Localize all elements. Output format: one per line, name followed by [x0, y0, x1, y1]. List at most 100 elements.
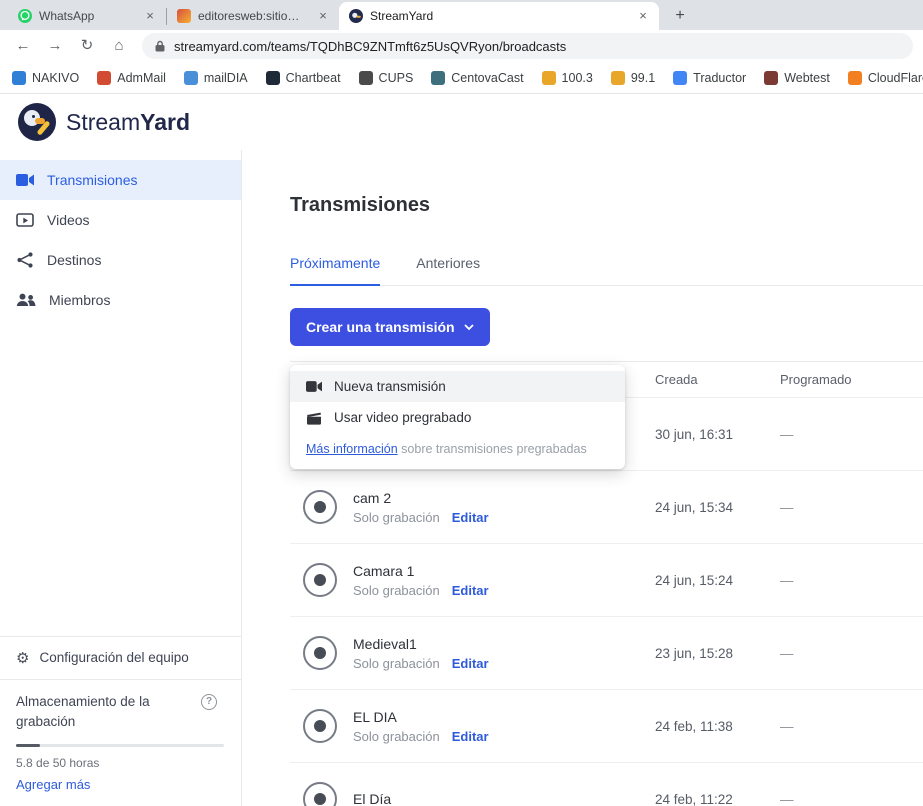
back-icon[interactable]: ←	[10, 33, 36, 59]
table-row[interactable]: cam 2 Solo grabaciónEditar 24 jun, 15:34…	[290, 470, 923, 543]
bookmark-favicon-icon	[542, 71, 556, 85]
bookmark-chartbeat[interactable]: Chartbeat	[266, 71, 341, 85]
storage-label: Almacenamiento de la grabación	[16, 692, 171, 733]
storage-usage: 5.8 de 50 horas	[16, 756, 225, 770]
record-icon	[303, 490, 337, 524]
create-broadcast-button[interactable]: Crear una transmisión	[290, 308, 490, 346]
tab-title: WhatsApp	[39, 9, 135, 23]
sidebar-item-videos[interactable]: Videos	[0, 200, 241, 240]
lock-icon	[154, 40, 166, 52]
bookmark-favicon-icon	[266, 71, 280, 85]
storage-progress-track	[16, 744, 224, 747]
app-header: StreamYard	[0, 94, 923, 150]
tab-close-icon[interactable]: ×	[635, 8, 651, 24]
column-creada: Creada	[655, 372, 780, 387]
record-icon	[303, 782, 337, 806]
create-broadcast-dropdown: Nueva transmisión Usar video pregrabado …	[290, 365, 625, 469]
bookmark-100-3[interactable]: 100.3	[542, 71, 593, 85]
storage-section: Almacenamiento de la grabación ? 5.8 de …	[0, 679, 241, 806]
dropdown-footer: Más información sobre transmisiones preg…	[290, 433, 625, 469]
tab-close-icon[interactable]: ×	[142, 8, 158, 24]
reload-icon[interactable]: ↻	[74, 33, 100, 59]
people-icon	[16, 293, 36, 307]
url-text: streamyard.com/teams/TQDhBC9ZNTmft6z5UsQ…	[174, 39, 566, 54]
record-icon	[303, 563, 337, 597]
page-title: Transmisiones	[290, 194, 923, 217]
edit-link[interactable]: Editar	[452, 583, 489, 598]
broadcast-title: Medieval1	[353, 636, 489, 652]
share-icon	[16, 251, 34, 269]
gear-icon: ⚙	[16, 649, 29, 667]
menu-item-video-pregrabado[interactable]: Usar video pregrabado	[290, 402, 625, 433]
broadcast-title: cam 2	[353, 490, 489, 506]
sidebar-item-miembros[interactable]: Miembros	[0, 280, 241, 320]
broadcast-type: Solo grabación	[353, 656, 440, 671]
address-bar[interactable]: streamyard.com/teams/TQDhBC9ZNTmft6z5UsQ…	[142, 33, 913, 59]
videos-icon	[16, 212, 34, 228]
broadcast-tabs: Próximamente Anteriores	[290, 255, 923, 286]
edit-link[interactable]: Editar	[452, 656, 489, 671]
bookmark-traductor[interactable]: Traductor	[673, 71, 746, 85]
bookmark-centovacast[interactable]: CentovaCast	[431, 71, 523, 85]
record-icon	[303, 709, 337, 743]
bookmark-favicon-icon	[184, 71, 198, 85]
bookmark-favicon-icon	[12, 71, 26, 85]
broadcast-title: El Día	[353, 791, 391, 806]
table-row[interactable]: El Día 24 feb, 11:22 —	[290, 762, 923, 806]
tab-title: StreamYard	[370, 9, 628, 23]
sidebar: Transmisiones Videos Destinos Miembros ⚙…	[0, 150, 242, 806]
storage-progress-fill	[16, 744, 40, 747]
menu-item-nueva-transmision[interactable]: Nueva transmisión	[290, 371, 625, 402]
mas-informacion-link[interactable]: Más información	[306, 442, 398, 456]
table-row[interactable]: EL DIA Solo grabaciónEditar 24 feb, 11:3…	[290, 689, 923, 762]
broadcast-type: Solo grabación	[353, 583, 440, 598]
browser-tab-editoresweb[interactable]: editoresweb:sitioweb:eldia.co ×	[167, 2, 339, 30]
bookmark-admmail[interactable]: AdmMail	[97, 71, 166, 85]
broadcast-type: Solo grabación	[353, 510, 440, 525]
tab-close-icon[interactable]: ×	[315, 8, 331, 24]
bookmark-maildia[interactable]: mailDIA	[184, 71, 248, 85]
browser-tab-streamyard[interactable]: StreamYard ×	[339, 2, 659, 30]
bookmark-favicon-icon	[764, 71, 778, 85]
edit-link[interactable]: Editar	[452, 510, 489, 525]
bookmark-nakivo[interactable]: NAKIVO	[12, 71, 79, 85]
broadcast-title: Camara 1	[353, 563, 489, 579]
table-row[interactable]: Medieval1 Solo grabaciónEditar 23 jun, 1…	[290, 616, 923, 689]
bookmark-cups[interactable]: CUPS	[359, 71, 414, 85]
forward-icon[interactable]: →	[42, 33, 68, 59]
bookmark-favicon-icon	[673, 71, 687, 85]
team-settings[interactable]: ⚙ Configuración del equipo	[0, 636, 241, 679]
sidebar-item-transmisiones[interactable]: Transmisiones	[0, 160, 241, 200]
home-icon[interactable]: ⌂	[106, 33, 132, 59]
browser-tab-strip: WhatsApp × editoresweb:sitioweb:eldia.co…	[0, 0, 923, 30]
help-icon[interactable]: ?	[201, 694, 217, 710]
main-content: Transmisiones Próximamente Anteriores Cr…	[242, 150, 923, 806]
video-camera-icon	[306, 380, 322, 393]
bookmark-99-1[interactable]: 99.1	[611, 71, 655, 85]
broadcast-title: EL DIA	[353, 709, 489, 725]
streamyard-favicon-icon	[349, 9, 363, 23]
tab-anteriores[interactable]: Anteriores	[416, 255, 480, 285]
streamyard-logo[interactable]	[18, 103, 56, 141]
browser-tab-whatsapp[interactable]: WhatsApp ×	[8, 2, 166, 30]
bookmark-cloudflare[interactable]: CloudFlare	[848, 71, 923, 85]
sidebar-item-destinos[interactable]: Destinos	[0, 240, 241, 280]
edit-link[interactable]: Editar	[452, 729, 489, 744]
bookmark-favicon-icon	[611, 71, 625, 85]
bookmark-favicon-icon	[431, 71, 445, 85]
site-favicon-icon	[177, 9, 191, 23]
bookmark-favicon-icon	[359, 71, 373, 85]
browser-toolbar: ← → ↻ ⌂ streamyard.com/teams/TQDhBC9ZNTm…	[0, 30, 923, 62]
bookmark-webtest[interactable]: Webtest	[764, 71, 830, 85]
column-programado: Programado	[780, 372, 923, 387]
tab-proximamente[interactable]: Próximamente	[290, 255, 380, 286]
broadcast-type: Solo grabación	[353, 729, 440, 744]
whatsapp-favicon-icon	[18, 9, 32, 23]
tab-title: editoresweb:sitioweb:eldia.co	[198, 9, 308, 23]
new-tab-button[interactable]: +	[668, 4, 692, 28]
record-icon	[303, 636, 337, 670]
add-more-link[interactable]: Agregar más	[16, 777, 90, 792]
bookmarks-bar: NAKIVO AdmMail mailDIA Chartbeat CUPS Ce…	[0, 62, 923, 94]
table-row[interactable]: Camara 1 Solo grabaciónEditar 24 jun, 15…	[290, 543, 923, 616]
clapperboard-icon	[306, 411, 322, 425]
